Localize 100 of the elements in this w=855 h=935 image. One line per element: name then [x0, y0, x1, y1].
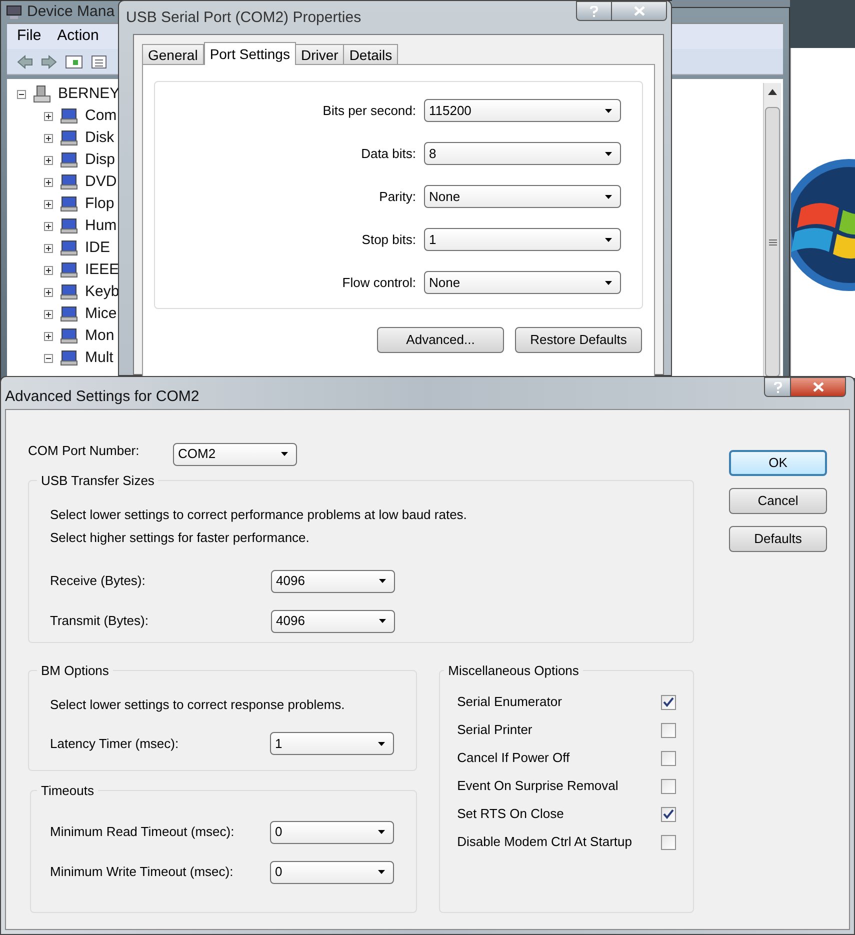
checkbox[interactable] [661, 694, 676, 710]
option-label: Serial Enumerator [457, 693, 562, 712]
device-icon [59, 107, 79, 125]
caret-icon [281, 452, 288, 456]
note-text: Select higher settings for faster performance. [50, 529, 310, 547]
dropdown[interactable]: None [424, 185, 621, 208]
close-icon [634, 6, 644, 16]
properties-pane-icon[interactable] [65, 54, 83, 68]
tree-item[interactable]: Mon [85, 325, 114, 347]
dialog-button[interactable]: Restore Defaults [515, 327, 642, 353]
device-icon [59, 151, 79, 169]
device-icon [59, 327, 79, 345]
tree-item[interactable]: BERNEY [58, 83, 120, 105]
computer-icon [5, 4, 23, 20]
close-button[interactable] [612, 1, 667, 21]
dialog-button[interactable]: Advanced... [377, 327, 504, 353]
device-icon [59, 173, 79, 191]
tree-item[interactable]: Disp [85, 149, 116, 171]
caret-icon [605, 108, 612, 112]
forward-arrow-icon[interactable] [41, 54, 57, 68]
checkbox[interactable] [661, 806, 676, 822]
option-label: Disable Modem Ctrl At Startup [457, 833, 632, 852]
field-label: Minimum Write Timeout (msec): [50, 863, 234, 882]
checkbox[interactable] [661, 750, 676, 766]
dropdown[interactable]: 0 [270, 860, 394, 884]
dropdown[interactable]: 115200 [424, 99, 621, 122]
field-label: Flow control: [341, 274, 416, 292]
tree-item[interactable]: Mice [85, 303, 117, 325]
orb-icon [791, 158, 855, 292]
device-icon [59, 195, 79, 213]
dropdown[interactable]: 0 [270, 820, 394, 844]
tree-item[interactable]: Mult [85, 347, 114, 369]
dialog-title: Advanced Settings for COM2 [4, 387, 200, 407]
note-text: Select lower settings to correct response problems. [50, 696, 346, 714]
device-icon [59, 305, 79, 323]
field-label: Stop bits: [360, 230, 416, 249]
caret-icon [378, 830, 385, 834]
tree-item[interactable]: Com [85, 105, 117, 127]
dropdown[interactable]: 1 [424, 228, 621, 251]
dropdown[interactable]: 8 [424, 142, 621, 165]
checkbox[interactable] [661, 834, 676, 850]
dropdown[interactable]: 4096 [271, 570, 395, 592]
dropdown[interactable]: COM2 [173, 442, 297, 466]
menu-item[interactable]: File [17, 25, 42, 48]
caret-icon [605, 280, 612, 284]
field-label: COM Port Number: [28, 442, 140, 460]
tree-item[interactable]: Flop [85, 193, 114, 215]
dialog-button[interactable]: OK [729, 450, 827, 476]
group-title: Miscellaneous Options [447, 662, 580, 680]
tree-item[interactable]: Disk [85, 127, 114, 149]
dropdown[interactable]: None [424, 271, 621, 294]
help-icon [590, 6, 598, 16]
tree-item[interactable]: IDE [85, 237, 110, 259]
window-title: Device Mana [27, 2, 115, 22]
computer-icon [32, 84, 52, 104]
device-icon [59, 239, 79, 257]
checkbox[interactable] [661, 778, 676, 794]
caret-icon [378, 870, 385, 874]
device-icon [59, 217, 79, 235]
caret-icon [605, 152, 612, 156]
option-label: Serial Printer [457, 721, 532, 740]
dialog-button[interactable]: Defaults [729, 526, 827, 552]
caret-icon [379, 619, 386, 623]
tab[interactable]: Port Settings [204, 42, 296, 65]
caret-icon [605, 194, 612, 198]
field-label: Receive (Bytes): [50, 572, 146, 590]
scroll-thumb[interactable] [765, 107, 780, 377]
close-button[interactable] [791, 377, 846, 397]
tab[interactable]: General [142, 44, 204, 64]
caret-icon [605, 238, 612, 242]
tree-item[interactable]: DVD [85, 171, 117, 193]
field-label: Minimum Read Timeout (msec): [50, 823, 236, 842]
tree-item[interactable]: IEEE [85, 259, 120, 281]
dialog-button[interactable]: Cancel [729, 488, 827, 514]
help-button[interactable] [576, 1, 612, 21]
list-icon[interactable] [91, 54, 107, 68]
group-title: Timeouts [40, 782, 95, 800]
caret-icon [379, 579, 386, 583]
checkbox[interactable] [661, 722, 676, 738]
scroll-up-icon[interactable] [768, 89, 777, 95]
tree-item[interactable]: Hum [85, 215, 117, 237]
dropdown[interactable]: 4096 [271, 610, 395, 632]
field-label: Latency Timer (msec): [50, 734, 180, 753]
group-title: USB Transfer Sizes [40, 472, 156, 490]
field-label: Parity: [378, 188, 416, 206]
caret-icon [378, 742, 385, 746]
menu-item[interactable]: Action [57, 25, 99, 48]
tree-item[interactable]: Keyb [85, 281, 120, 303]
help-button[interactable] [764, 377, 791, 397]
tab[interactable]: Details [343, 44, 398, 64]
scrollbar[interactable] [763, 83, 781, 379]
field-label: Data bits: [360, 144, 416, 163]
tab[interactable]: Driver [294, 44, 344, 64]
note-text: Select lower settings to correct performance problems at low baud rates. [50, 506, 468, 524]
grip-icon [768, 238, 776, 246]
back-arrow-icon[interactable] [17, 54, 33, 68]
option-label: Set RTS On Close [457, 805, 564, 824]
dropdown[interactable]: 1 [270, 732, 394, 755]
close-icon [812, 382, 824, 392]
help-icon [774, 382, 782, 392]
